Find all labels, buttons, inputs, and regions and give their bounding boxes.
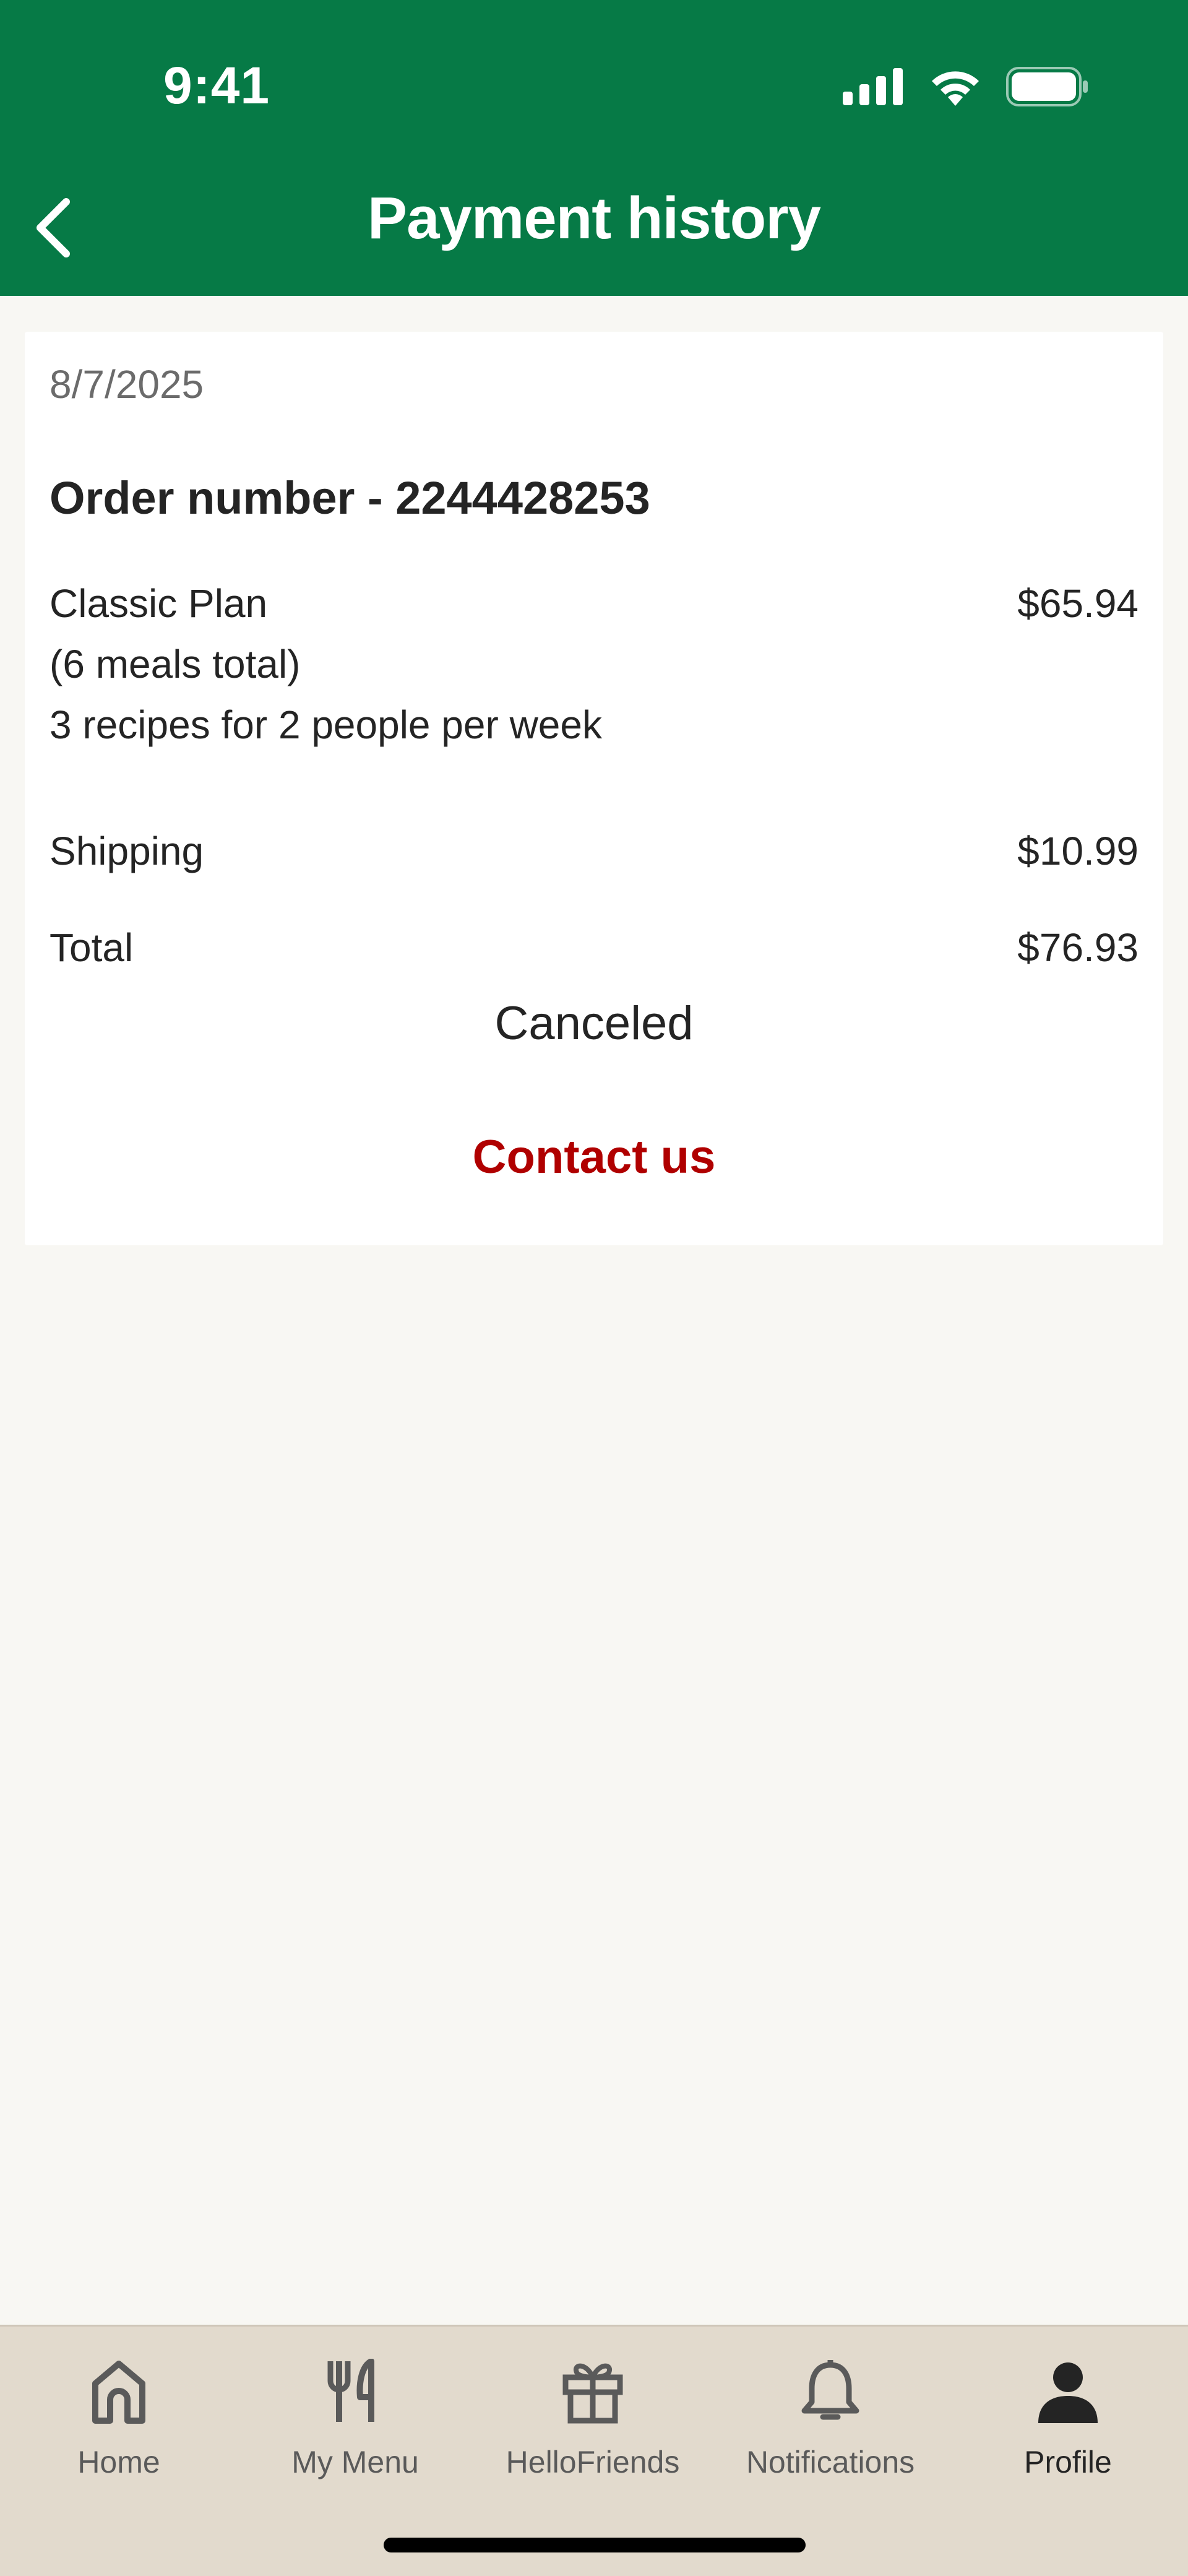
- order-card: 8/7/2025 Order number - 2244428253 Class…: [25, 332, 1163, 1245]
- order-number: Order number - 2244428253: [50, 472, 650, 524]
- tab-hellofriends[interactable]: HelloFriends: [481, 2351, 704, 2500]
- tab-my-menu[interactable]: My Menu: [244, 2351, 467, 2500]
- plan-meals-total: (6 meals total): [50, 642, 301, 686]
- plan-line-item: Classic Plan (6 meals total) 3 recipes f…: [50, 573, 1138, 755]
- contact-us-link[interactable]: Contact us: [25, 1130, 1163, 1184]
- fork-knife-icon: [325, 2351, 385, 2432]
- total-label: Total: [50, 925, 134, 970]
- tab-notifications[interactable]: Notifications: [719, 2351, 942, 2500]
- total-amount: $76.93: [1017, 925, 1138, 970]
- tab-hellofriends-label: HelloFriends: [506, 2445, 680, 2479]
- cellular-signal-icon: [843, 67, 905, 108]
- tab-notifications-label: Notifications: [746, 2445, 915, 2479]
- bell-icon: [799, 2351, 861, 2432]
- shipping-line-item: Shipping $10.99: [50, 821, 1138, 881]
- order-status: Canceled: [494, 997, 694, 1050]
- total-line-item: Total $76.93: [50, 917, 1138, 978]
- shipping-label: Shipping: [50, 829, 204, 873]
- status-bar-icons: [843, 64, 1089, 111]
- order-date: 8/7/2025: [50, 362, 204, 407]
- plan-recipes-detail: 3 recipes for 2 people per week: [50, 702, 602, 747]
- tab-my-menu-label: My Menu: [291, 2445, 419, 2479]
- page-title: Payment history: [368, 185, 821, 251]
- tab-home[interactable]: Home: [7, 2351, 230, 2500]
- home-indicator: [384, 2538, 806, 2552]
- home-icon: [89, 2351, 148, 2432]
- shipping-amount: $10.99: [1017, 829, 1138, 873]
- battery-icon: [1006, 66, 1089, 110]
- person-icon: [1037, 2351, 1099, 2432]
- gift-icon: [562, 2351, 624, 2432]
- app-header: 9:41 Payment history: [0, 0, 1188, 296]
- plan-name: Classic Plan: [50, 581, 268, 626]
- tab-profile-label: Profile: [1024, 2445, 1112, 2479]
- plan-amount: $65.94: [1017, 581, 1138, 626]
- tab-home-label: Home: [77, 2445, 160, 2479]
- wifi-icon: [929, 67, 981, 109]
- status-bar-time: 9:41: [163, 56, 270, 115]
- plan-description: Classic Plan (6 meals total) 3 recipes f…: [50, 573, 602, 755]
- tab-profile[interactable]: Profile: [957, 2351, 1179, 2500]
